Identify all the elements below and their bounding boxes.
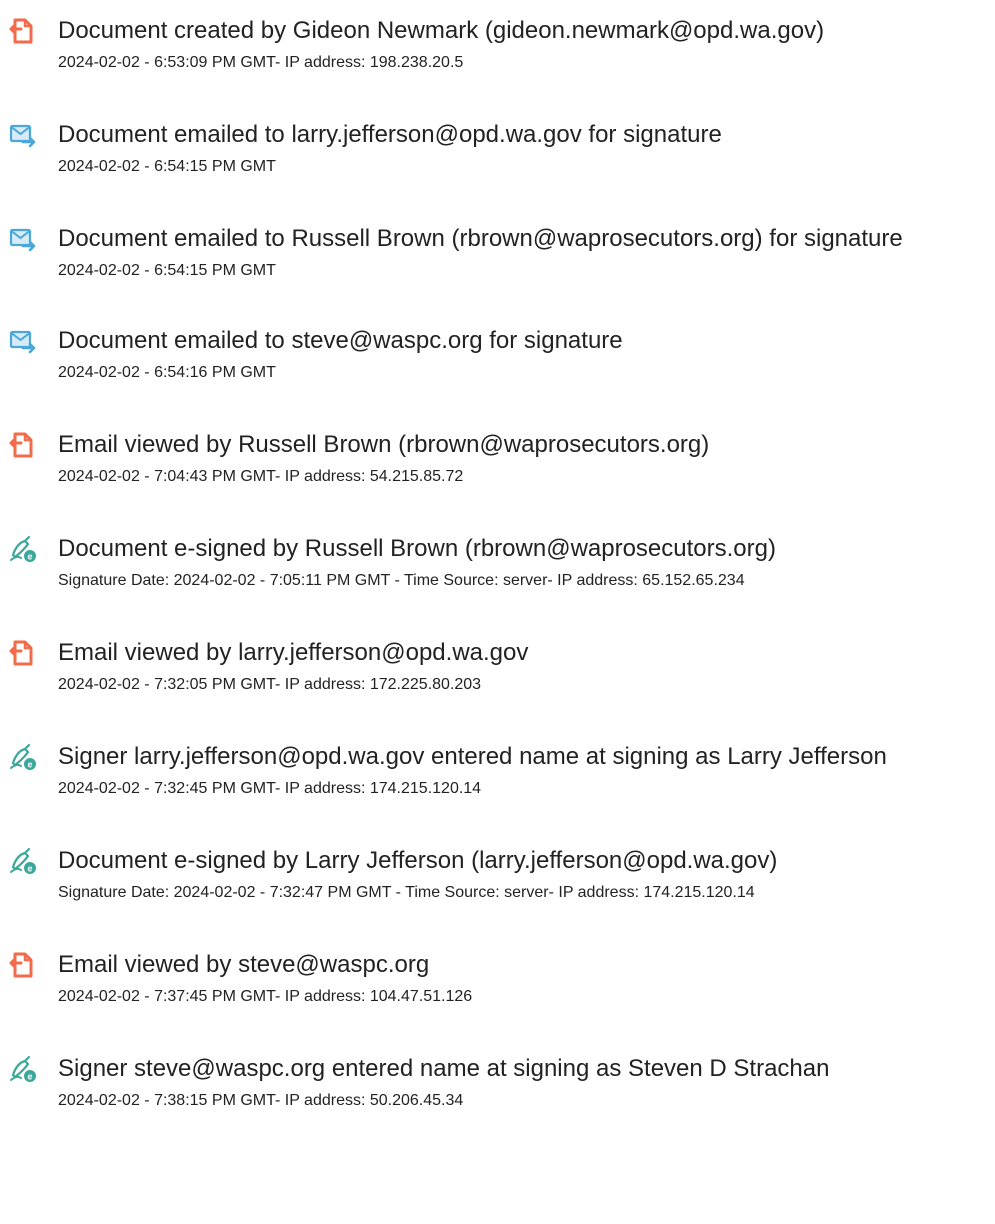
event-title: Email viewed by Russell Brown (rbrown@wa… (58, 431, 710, 458)
audit-event-4: Document emailed to steve@waspc.org for … (0, 326, 995, 406)
event-title: Document e-signed by Larry Jefferson (la… (58, 847, 778, 874)
svg-text:e: e (27, 760, 32, 770)
document-icon (9, 431, 37, 459)
audit-event-9: e Document e-signed by Larry Jefferson (… (0, 846, 995, 926)
esign-icon: e (9, 847, 37, 875)
audit-event-2: Document emailed to larry.jefferson@opd.… (0, 120, 995, 200)
audit-event-6: e Document e-signed by Russell Brown (rb… (0, 534, 995, 614)
event-detail: Signature Date: 2024-02-02 - 7:05:11 PM … (58, 572, 745, 589)
audit-event-7: Email viewed by larry.jefferson@opd.wa.g… (0, 638, 995, 718)
event-title: Email viewed by steve@waspc.org (58, 951, 430, 978)
audit-event-3: Document emailed to Russell Brown (rbrow… (0, 224, 995, 304)
event-title: Email viewed by larry.jefferson@opd.wa.g… (58, 639, 529, 666)
event-detail: 2024-02-02 - 6:53:09 PM GMT- IP address:… (58, 54, 464, 71)
event-detail: 2024-02-02 - 6:54:15 PM GMT (58, 262, 276, 279)
audit-event-8: e Signer larry.jefferson@opd.wa.gov ente… (0, 742, 995, 822)
audit-event-5: Email viewed by Russell Brown (rbrown@wa… (0, 430, 995, 510)
event-detail: 2024-02-02 - 6:54:16 PM GMT (58, 364, 276, 381)
esign-icon: e (9, 535, 37, 563)
esign-icon: e (9, 1055, 37, 1083)
document-icon (9, 17, 37, 45)
event-detail: 2024-02-02 - 7:37:45 PM GMT- IP address:… (58, 988, 473, 1005)
email-icon (9, 225, 37, 253)
document-icon (9, 951, 37, 979)
event-detail: 2024-02-02 - 7:32:45 PM GMT- IP address:… (58, 780, 482, 797)
event-detail: 2024-02-02 - 7:38:15 PM GMT- IP address:… (58, 1092, 464, 1109)
event-title: Signer larry.jefferson@opd.wa.gov entere… (58, 743, 887, 770)
email-icon (9, 327, 37, 355)
esign-icon: e (9, 743, 37, 771)
event-detail: Signature Date: 2024-02-02 - 7:32:47 PM … (58, 884, 755, 901)
event-detail: 2024-02-02 - 6:54:15 PM GMT (58, 158, 276, 175)
svg-text:e: e (27, 864, 32, 874)
email-icon (9, 121, 37, 149)
event-title: Signer steve@waspc.org entered name at s… (58, 1055, 830, 1082)
event-title: Document emailed to larry.jefferson@opd.… (58, 121, 722, 148)
event-detail: 2024-02-02 - 7:32:05 PM GMT- IP address:… (58, 676, 482, 693)
document-icon (9, 639, 37, 667)
event-title: Document created by Gideon Newmark (gide… (58, 17, 825, 44)
event-title: Document emailed to steve@waspc.org for … (58, 327, 623, 354)
event-title: Document e-signed by Russell Brown (rbro… (58, 535, 776, 562)
svg-text:e: e (27, 1072, 32, 1082)
svg-text:e: e (27, 552, 32, 562)
event-detail: 2024-02-02 - 7:04:43 PM GMT- IP address:… (58, 468, 464, 485)
audit-event-1: Document created by Gideon Newmark (gide… (0, 16, 995, 96)
event-title: Document emailed to Russell Brown (rbrow… (58, 225, 903, 252)
audit-event-10: Email viewed by steve@waspc.org 2024-02-… (0, 950, 995, 1030)
audit-event-11: e Signer steve@waspc.org entered name at… (0, 1054, 995, 1134)
